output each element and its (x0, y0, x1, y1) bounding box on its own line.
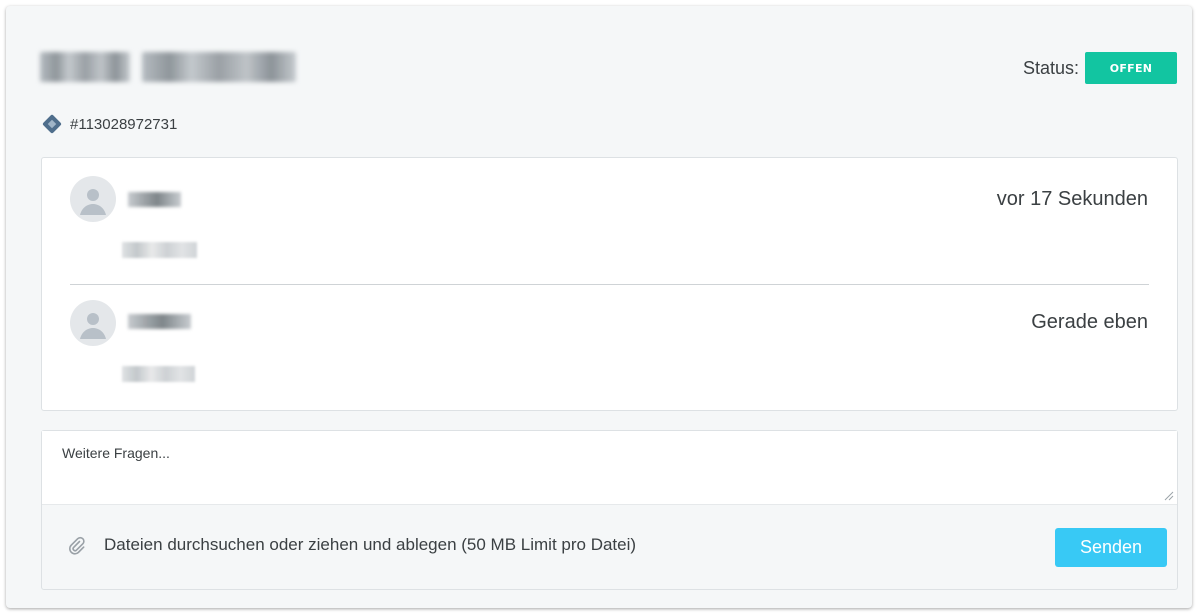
reply-textarea[interactable]: Weitere Fragen... (42, 431, 1177, 505)
author-name-redacted (128, 192, 181, 207)
reply-placeholder: Weitere Fragen... (62, 445, 170, 461)
status-badge: OFFEN (1085, 52, 1177, 84)
ticket-number: #113028972731 (70, 115, 178, 133)
resize-handle-icon[interactable] (1164, 491, 1174, 501)
message-snippet-redacted (122, 242, 197, 258)
attach-text[interactable]: Dateien durchsuchen oder ziehen und able… (104, 535, 636, 555)
message-thread: vor 17 Sekunden Gerade eben (41, 157, 1178, 411)
ticket-icon (42, 114, 62, 134)
ticket-id: #113028972731 (40, 112, 177, 136)
author-name-redacted (128, 314, 191, 329)
user-avatar-icon (70, 176, 116, 222)
reply-composer: Weitere Fragen... Dateien durchsuchen od… (41, 430, 1178, 590)
message-time: Gerade eben (1031, 311, 1148, 333)
message-time: vor 17 Sekunden (996, 188, 1148, 210)
ticket-title-redacted (40, 48, 297, 86)
user-avatar-icon (70, 300, 116, 346)
status-label: Status: (1022, 57, 1079, 78)
ticket-card: Status: OFFEN #113028972731 vor 17 Sekun… (6, 6, 1192, 608)
redacted-title-word (142, 52, 296, 82)
message: Gerade eben (42, 285, 1177, 411)
message-snippet-redacted (122, 366, 195, 382)
message: vor 17 Sekunden (42, 158, 1177, 284)
status: Status: OFFEN (1023, 52, 1177, 84)
paperclip-icon (69, 536, 85, 555)
redacted-title-word (40, 52, 130, 82)
file-attach-dropzone[interactable]: Dateien durchsuchen oder ziehen und able… (66, 535, 636, 555)
send-button[interactable]: Senden (1055, 528, 1167, 567)
